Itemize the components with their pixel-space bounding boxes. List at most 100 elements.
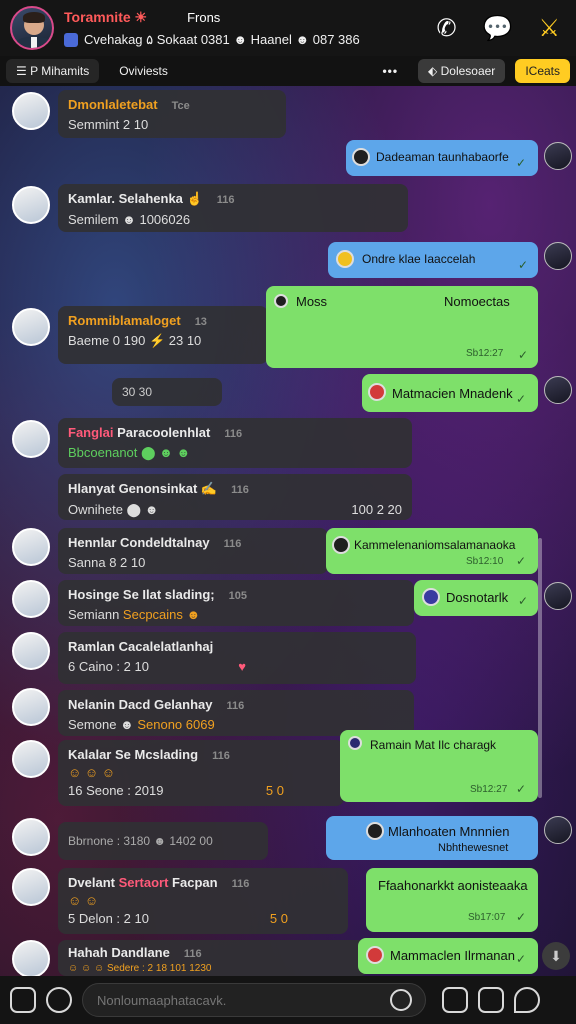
read-check-icon: ✓ [516, 156, 527, 170]
message-text: ☺ ☺ ☺ Sedere : 2 18 101 1230 [68, 963, 212, 974]
chat-bubble-icon[interactable]: 💬 [483, 14, 513, 43]
message-time: Tce [171, 100, 190, 112]
incoming-message[interactable]: Dvelant Sertaort Facpan 116 ☺ ☺ 5 Delon :… [58, 868, 348, 934]
incoming-message[interactable]: 30 30 [112, 378, 222, 406]
gallery-icon[interactable] [478, 987, 504, 1013]
incoming-message[interactable]: Hennlar Condeldtalnay 116 Sanna 8 2 10 [58, 528, 328, 574]
message-sender: Kamlar. Selahenka ☝ [68, 191, 203, 206]
message-subtext: Nbhthewesnet [438, 842, 509, 854]
tab-overview[interactable]: Oviviests [109, 59, 178, 83]
sender-avatar[interactable] [12, 688, 50, 726]
sender-avatar[interactable] [12, 186, 50, 224]
incoming-message[interactable]: Dmonlaletebat Tce Semmint 2 10 [58, 90, 286, 138]
contact-stats: Cvehakag ۵ Sokaat 0381 ☻ Haanel ☻ 087 38… [84, 31, 360, 47]
contact-name[interactable]: Toramnite ☀ [64, 9, 147, 26]
outgoing-message[interactable]: Ondre klae Iaaccelah ✓ [328, 242, 538, 278]
sender-avatar[interactable] [12, 632, 50, 670]
emoji-icon[interactable] [390, 989, 412, 1011]
message-text: Moss [296, 294, 328, 309]
message-text: Semmint 2 10 [68, 117, 149, 132]
message-sender: Kalalar Se Mcslading [68, 747, 199, 762]
sender-avatar[interactable] [12, 92, 50, 130]
incoming-message[interactable]: Kamlar. Selahenka ☝ 116 Semilem ☻ 1006026 [58, 184, 408, 232]
outgoing-message[interactable]: Dosnotarlk ✓ [414, 580, 538, 616]
message-text-right: Nomoectas [444, 294, 510, 309]
message-text: Dosnotarlk [446, 590, 509, 605]
message-text-highlight: Secpcains ☻ [122, 607, 201, 622]
reaction-icon [274, 294, 288, 308]
incoming-message[interactable]: Bbrnone : 3180 ☻ 1402 00 [58, 822, 268, 860]
incoming-message[interactable]: Hosinge Se Ilat slading; 105 Semiann Secp… [58, 580, 414, 626]
read-check-icon: ✓ [518, 594, 529, 608]
message-input[interactable] [82, 983, 426, 1017]
sender-avatar[interactable] [12, 420, 50, 458]
scroll-down-button[interactable]: ⬇ [542, 942, 570, 970]
outgoing-message[interactable]: Matmacien Mnadenk ✓ [362, 374, 538, 412]
sender-avatar[interactable] [12, 818, 50, 856]
message-time: 116 [224, 428, 243, 440]
message-text: Dadeaman taunhabaorfe [376, 150, 509, 164]
incoming-message[interactable]: Rommiblamaloget 13 Baeme 0 190 ⚡ 23 10 [58, 306, 268, 364]
sender-avatar[interactable] [12, 868, 50, 906]
filter-chip[interactable]: ⬖ Dolesoaer [418, 59, 506, 83]
sender-avatar[interactable] [12, 528, 50, 566]
message-sender-highlight: Sertaort [118, 875, 169, 890]
my-avatar [544, 582, 572, 610]
sender-avatar[interactable] [12, 940, 50, 978]
message-sender-rest: Paracoolenhlat [113, 425, 211, 440]
message-extra: ♥ [238, 659, 246, 674]
message-text: Baeme 0 190 ⚡ 23 10 [68, 333, 202, 348]
outgoing-message[interactable]: Dadeaman taunhabaorfe ✓ [346, 140, 538, 176]
game-controller-icon[interactable] [442, 987, 468, 1013]
message-time: 116 [231, 878, 250, 890]
message-extra: 100 2 20 [351, 502, 402, 517]
outgoing-message[interactable]: Mammaclen Ilrmanan ✓ [358, 938, 538, 974]
incoming-message[interactable]: Hahah Dandlane 116 ☺ ☺ ☺ Sedere : 2 18 10… [58, 940, 368, 976]
outgoing-message[interactable]: Ramain Mat Ilc charagk Sb12:27 ✓ [340, 730, 538, 802]
message-text: Semone ☻ [68, 717, 138, 732]
message-text: Mammaclen Ilrmanan [390, 948, 515, 963]
message-emoji: ☺ ☺ ☺ [68, 765, 116, 780]
contact-avatar[interactable] [10, 6, 54, 50]
message-sender: Dmonlaletebat [68, 97, 158, 112]
outgoing-message[interactable]: Kammelenaniomsalamanaoka Sb12:10 ✓ [326, 528, 538, 574]
sender-avatar[interactable] [12, 308, 50, 346]
message-text: Mlanhoaten Mnnnien [388, 824, 510, 839]
scrollbar[interactable] [538, 538, 542, 798]
incoming-message[interactable]: Ramlan Cacalelatlanhaj 6 Caino : 2 10 ♥ [58, 632, 416, 684]
message-text: Semiann [68, 607, 123, 622]
reaction-icon [348, 736, 362, 750]
sender-avatar[interactable] [12, 580, 50, 618]
message-time: 116 [216, 194, 235, 206]
message-text: 30 30 [122, 385, 153, 399]
phone-icon[interactable]: ✆ [436, 14, 456, 43]
send-icon[interactable] [514, 987, 540, 1013]
camera-icon[interactable] [10, 987, 36, 1013]
my-avatar [544, 242, 572, 270]
outgoing-message[interactable]: Mlanhoaten Mnnnien Nbhthewesnet [326, 816, 538, 860]
outgoing-message[interactable]: Ffaahonarkkt aonisteaaka Sb17:07 ✓ [366, 868, 538, 932]
sender-avatar[interactable] [12, 740, 50, 778]
message-text: 16 Seone : 2019 [68, 783, 164, 798]
message-sender: Fanglai [68, 425, 114, 440]
incoming-message[interactable]: Kalalar Se Mcslading 116 ☺ ☺ ☺ 16 Seone :… [58, 740, 344, 806]
message-text: Bbrnone : 3180 ☻ 1402 00 [68, 834, 213, 848]
active-filter-chip[interactable]: ICeats [515, 59, 570, 83]
swords-icon[interactable]: ⚔ [538, 14, 560, 43]
message-time: 116 [231, 484, 249, 496]
incoming-message[interactable]: Hlanyat Genonsinkat ✍ 116 Ownihete ⬤ ☻ 100… [58, 474, 412, 520]
message-emoji: ☺ ☺ [68, 893, 99, 908]
message-text: Matmacien Mnadenk [392, 386, 513, 401]
message-time: 116 [183, 948, 202, 960]
message-time: 116 [212, 750, 230, 762]
my-avatar [544, 816, 572, 844]
read-check-icon: ✓ [516, 910, 527, 924]
incoming-message[interactable]: Fanglai Paracoolenhlat 116 Bbcoenanot ⬤ ☻… [58, 418, 412, 468]
menu-button[interactable]: ☰ P Mihamits [6, 59, 100, 83]
message-text: Kammelenaniomsalamanaoka [354, 538, 516, 552]
message-text: Semilem ☻ 1006026 [68, 212, 191, 227]
message-time: Sb12:27 [466, 348, 504, 359]
more-options-button[interactable]: ••• [372, 59, 408, 83]
sticker-icon[interactable] [46, 987, 72, 1013]
outgoing-message[interactable]: Moss Nomoectas Sb12:27 ✓ [266, 286, 538, 368]
